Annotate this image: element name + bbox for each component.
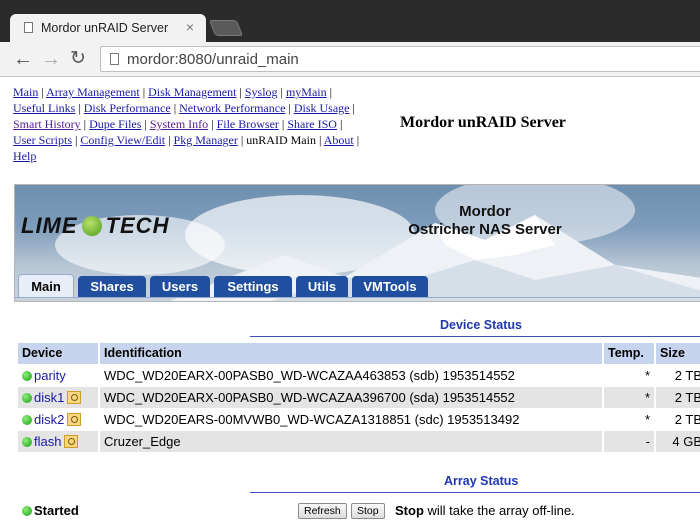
table-row: disk1 WDC_WD20EARX-00PASB0_WD-WCAZAA3967… <box>14 387 700 409</box>
browser-tab[interactable]: Mordor unRAID Server × <box>10 14 206 42</box>
nav-link-array-management[interactable]: Array Management <box>46 85 140 99</box>
array-state-label: Started <box>34 503 79 518</box>
browse-disk-icon[interactable] <box>67 413 82 426</box>
reload-icon[interactable]: ↻ <box>70 47 86 71</box>
device-identification: WDC_WD20EARX-00PASB0_WD-WCAZAA463853 (sd… <box>104 368 515 383</box>
column-header-device: Device <box>18 343 98 364</box>
nav-link-file-browser[interactable]: File Browser <box>217 117 279 131</box>
stop-button[interactable]: Stop <box>351 503 385 519</box>
nav-link-mymain[interactable]: myMain <box>286 85 327 99</box>
back-arrow-icon[interactable]: ← <box>13 47 33 71</box>
device-size: 2 TB <box>674 368 700 383</box>
column-header-temp: Temp. <box>604 343 654 364</box>
banner-server-title: Mordor Ostricher NAS Server <box>345 203 625 239</box>
table-row: parity WDC_WD20EARX-00PASB0_WD-WCAZAA463… <box>14 365 700 387</box>
array-state: Started <box>22 503 79 518</box>
nav-link-disk-management[interactable]: Disk Management <box>148 85 236 99</box>
browser-tab-title: Mordor unRAID Server <box>41 21 169 35</box>
device-link-parity[interactable]: parity <box>34 368 66 383</box>
nav-link-share-iso[interactable]: Share ISO <box>287 117 337 131</box>
url-input[interactable] <box>127 49 687 69</box>
stop-message: Stop will take the array off-line. <box>395 503 575 518</box>
tab-main[interactable]: Main <box>18 274 74 298</box>
status-green-icon <box>22 371 32 381</box>
nav-link-user-scripts[interactable]: User Scripts <box>13 133 72 147</box>
nav-current-unraid-main: unRAID Main <box>246 133 316 147</box>
nav-links: Main | Array Management | Disk Managemen… <box>13 85 360 163</box>
status-green-icon <box>22 506 32 516</box>
close-icon[interactable]: × <box>186 19 194 35</box>
table-header-row: Device Identification Temp. Size <box>14 343 700 365</box>
device-temp: * <box>644 412 650 427</box>
device-temp: * <box>604 387 654 408</box>
banner-line-name: Mordor <box>459 203 511 220</box>
device-temp: * <box>644 368 650 383</box>
device-size: 2 TB <box>656 387 700 408</box>
array-status-heading: Array Status <box>444 474 519 488</box>
device-size: 4 GB <box>656 431 700 452</box>
tab-vmtools[interactable]: VMTools <box>352 276 428 298</box>
nav-link-system-info[interactable]: System Info <box>150 117 208 131</box>
nav-link-useful-links[interactable]: Useful Links <box>13 101 75 115</box>
browser-tabstrip: Mordor unRAID Server × <box>0 0 700 42</box>
device-identification: WDC_WD20EARX-00PASB0_WD-WCAZAA396700 (sd… <box>100 387 602 408</box>
nav-link-disk-performance[interactable]: Disk Performance <box>84 101 171 115</box>
address-bar[interactable] <box>100 46 700 72</box>
device-size: 2 TB <box>674 412 700 427</box>
device-link-flash[interactable]: flash <box>34 434 61 449</box>
tab-users[interactable]: Users <box>150 276 210 298</box>
tab-utils[interactable]: Utils <box>296 276 348 298</box>
page-icon <box>110 53 119 65</box>
banner-line-description: Ostricher NAS Server <box>408 221 562 238</box>
nav-link-dupe-files[interactable]: Dupe Files <box>89 117 141 131</box>
page-icon <box>24 22 33 33</box>
device-status-heading: Device Status <box>440 318 522 332</box>
browse-disk-icon[interactable] <box>64 435 79 448</box>
tab-shares[interactable]: Shares <box>78 276 146 298</box>
nav-link-pkg-manager[interactable]: Pkg Manager <box>174 133 238 147</box>
new-tab-button[interactable] <box>208 20 244 36</box>
forward-arrow-icon[interactable]: → <box>41 47 61 71</box>
lime-bug-icon <box>81 216 102 236</box>
refresh-button[interactable]: Refresh <box>298 503 347 519</box>
table-row: disk2 WDC_WD20EARS-00MVWB0_WD-WCAZA13188… <box>14 409 700 431</box>
device-identification: Cruzer_Edge <box>100 431 602 452</box>
tab-settings[interactable]: Settings <box>214 276 292 298</box>
column-header-size: Size <box>656 343 700 364</box>
status-green-icon <box>22 415 32 425</box>
nav-link-help[interactable]: Help <box>13 149 36 163</box>
browse-disk-icon[interactable] <box>67 391 82 404</box>
nav-link-main[interactable]: Main <box>13 85 38 99</box>
device-link-disk1[interactable]: disk1 <box>34 390 64 405</box>
table-row: flash Cruzer_Edge - 4 GB <box>14 431 700 453</box>
nav-link-smart-history[interactable]: Smart History <box>13 117 81 131</box>
nav-link-network-performance[interactable]: Network Performance <box>179 101 285 115</box>
status-green-icon <box>22 393 32 403</box>
main-tabs: Main Shares Users Settings Utils VMTools <box>14 274 700 298</box>
server-title: Mordor unRAID Server <box>400 114 566 131</box>
column-header-identification: Identification <box>100 343 602 364</box>
limetech-logo: LIME TECH <box>21 213 170 238</box>
nav-link-config-view-edit[interactable]: Config View/Edit <box>80 133 165 147</box>
device-temp: - <box>604 431 654 452</box>
nav-link-disk-usage[interactable]: Disk Usage <box>294 101 350 115</box>
nav-link-about[interactable]: About <box>324 133 354 147</box>
browser-toolbar: ← → ↻ <box>0 42 700 77</box>
device-identification: WDC_WD20EARS-00MVWB0_WD-WCAZA1318851 (sd… <box>104 412 520 427</box>
status-green-icon <box>22 437 32 447</box>
device-link-disk2[interactable]: disk2 <box>34 412 64 427</box>
nav-link-syslog[interactable]: Syslog <box>245 85 278 99</box>
